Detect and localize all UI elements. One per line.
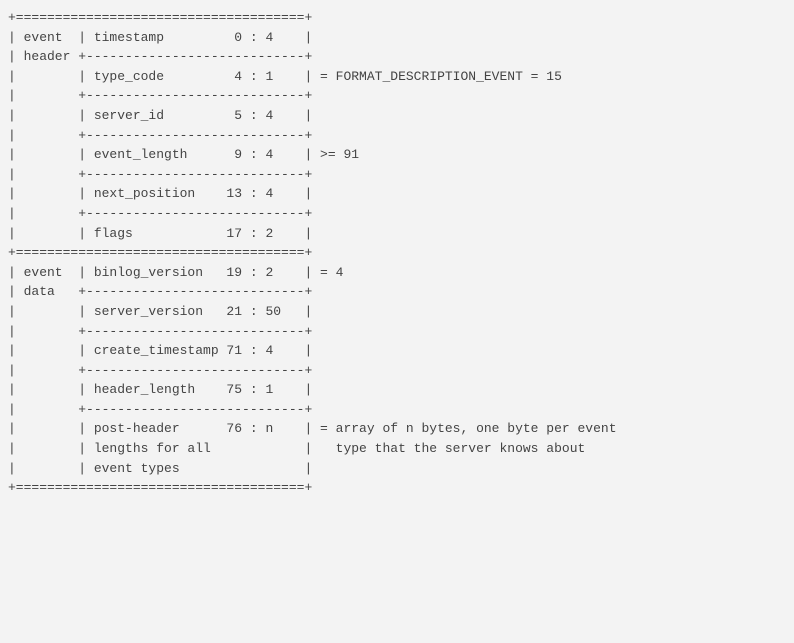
diagram-line-9: | | next_position 13 : 4 | bbox=[8, 184, 786, 204]
diagram-line-22: | | lengths for all | type that the serv… bbox=[8, 439, 786, 459]
diagram-line-5: | | server_id 5 : 4 | bbox=[8, 106, 786, 126]
diagram-line-14: | data +----------------------------+ bbox=[8, 282, 786, 302]
diagram-line-17: | | create_timestamp 71 : 4 | bbox=[8, 341, 786, 361]
diagram-line-19: | | header_length 75 : 1 | bbox=[8, 380, 786, 400]
diagram-line-21: | | post-header 76 : n | = array of n by… bbox=[8, 419, 786, 439]
ascii-struct-diagram: +=====================================+|… bbox=[8, 8, 786, 498]
diagram-line-2: | header +----------------------------+ bbox=[8, 47, 786, 67]
diagram-line-18: | +----------------------------+ bbox=[8, 361, 786, 381]
diagram-line-0: +=====================================+ bbox=[8, 8, 786, 28]
diagram-line-24: +=====================================+ bbox=[8, 478, 786, 498]
diagram-line-3: | | type_code 4 : 1 | = FORMAT_DESCRIPTI… bbox=[8, 67, 786, 87]
diagram-line-1: | event | timestamp 0 : 4 | bbox=[8, 28, 786, 48]
diagram-line-23: | | event types | bbox=[8, 459, 786, 479]
diagram-line-16: | +----------------------------+ bbox=[8, 322, 786, 342]
diagram-line-6: | +----------------------------+ bbox=[8, 126, 786, 146]
diagram-line-8: | +----------------------------+ bbox=[8, 165, 786, 185]
diagram-line-7: | | event_length 9 : 4 | >= 91 bbox=[8, 145, 786, 165]
diagram-line-10: | +----------------------------+ bbox=[8, 204, 786, 224]
diagram-line-11: | | flags 17 : 2 | bbox=[8, 224, 786, 244]
diagram-line-12: +=====================================+ bbox=[8, 243, 786, 263]
diagram-line-13: | event | binlog_version 19 : 2 | = 4 bbox=[8, 263, 786, 283]
diagram-line-4: | +----------------------------+ bbox=[8, 86, 786, 106]
diagram-line-20: | +----------------------------+ bbox=[8, 400, 786, 420]
diagram-line-15: | | server_version 21 : 50 | bbox=[8, 302, 786, 322]
